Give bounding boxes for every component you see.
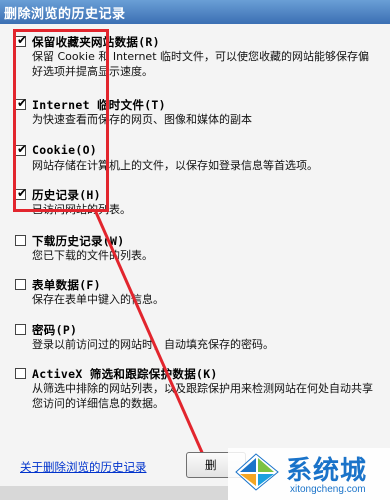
option-label[interactable]: ActiveX 筛选和跟踪保护数据(K) [32,366,218,382]
watermark-url: xitongcheng.com [290,484,366,495]
checkbox-activex-filtering[interactable] [15,368,26,379]
option-description: 为快速查看而保存的网页、图像和媒体的副本 [32,113,252,126]
checkmark-icon: ✔ [17,142,28,156]
checkbox-cookies[interactable]: ✔ [15,142,28,156]
option-description: 保存在表单中键入的信息。 [32,293,164,306]
window-title: 删除浏览的历史记录 [4,7,126,22]
checkmark-icon: ✔ [17,96,28,110]
option-label[interactable]: 密码(P) [32,322,77,338]
option-label[interactable]: Internet 临时文件(T) [32,97,166,113]
checkbox-history[interactable]: ✔ [15,186,28,200]
option-description: 网站存储在计算机上的文件，以保存如登录信息等首选项。 [32,159,318,172]
option-label[interactable]: Cookie(O) [32,143,97,157]
option-label[interactable]: 保留收藏夹网站数据(R) [32,34,160,50]
option-label[interactable]: 表单数据(F) [32,277,101,293]
checkmark-icon: ✔ [17,33,28,47]
checkbox-temp-files[interactable]: ✔ [15,96,28,110]
windows-logo-icon [235,453,279,491]
option-description: 已访问网站的列表。 [32,203,131,216]
option-label[interactable]: 历史记录(H) [32,187,101,203]
checkbox-preserve-favorites[interactable]: ✔ [15,33,28,47]
title-bar: 删除浏览的历史记录 [0,0,390,25]
option-description: 保留 Cookie 和 Internet 临时文件，可以使您收藏的网站能够保存偏… [32,50,369,78]
checkbox-passwords[interactable] [15,324,26,335]
watermark-text: 系统城 [286,456,368,486]
option-label[interactable]: 下载历史记录(W) [32,233,124,249]
checkmark-icon: ✔ [17,186,28,200]
bottom-strip [0,486,228,500]
about-delete-history-link[interactable]: 关于删除浏览的历史记录 [20,459,147,475]
option-description: 您已下载的文件的列表。 [32,249,153,262]
option-description: 从筛选中排除的网站列表，以及跟踪保护用来检测网站在何处自动共享您访问的详细信息的… [32,382,373,410]
checkbox-download-history[interactable] [15,235,26,246]
checkbox-form-data[interactable] [15,279,26,290]
option-description: 登录以前访问过的网站时，自动填充保存的密码。 [32,338,274,351]
watermark: 系统城 xitongcheng.com [228,448,390,500]
